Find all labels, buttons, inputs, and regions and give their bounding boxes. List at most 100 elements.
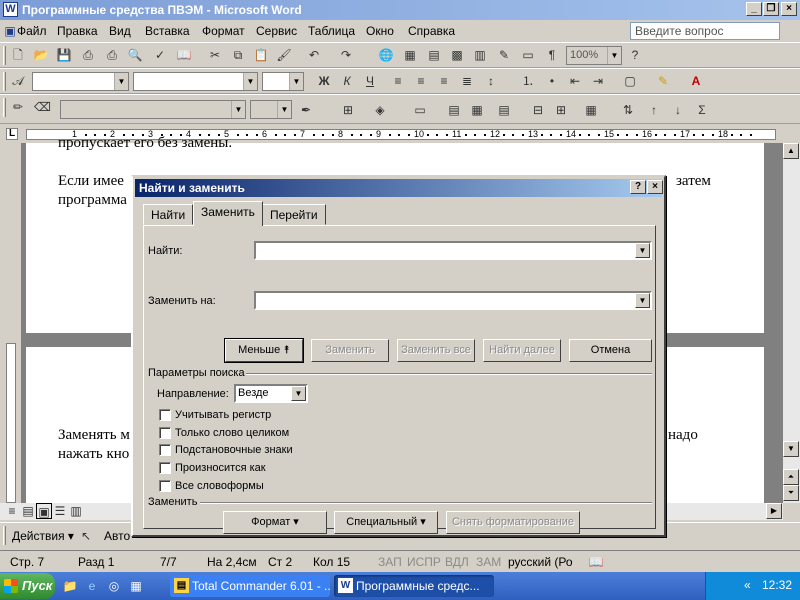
wildcards-checkbox[interactable] bbox=[159, 444, 171, 456]
autosum-icon[interactable]: Σ bbox=[694, 102, 710, 118]
quicklaunch-app-icon[interactable]: ◎ bbox=[106, 578, 122, 594]
quicklaunch-disk-icon[interactable]: ▦ bbox=[128, 578, 144, 594]
toolbar-grip[interactable] bbox=[3, 526, 6, 545]
justify-icon[interactable]: ≣ bbox=[459, 73, 475, 89]
align-center-icon[interactable]: ≡ bbox=[413, 73, 429, 89]
align-cell-icon[interactable]: ▤ bbox=[496, 102, 512, 118]
doc-map-icon[interactable]: ▭ bbox=[520, 47, 536, 63]
toolbar-grip[interactable] bbox=[3, 98, 6, 117]
paste-icon[interactable]: 📋 bbox=[253, 47, 269, 63]
menu-insert[interactable]: Вставка bbox=[145, 24, 190, 38]
chevron-down-icon[interactable]: ▼ bbox=[635, 243, 650, 258]
replace-all-button[interactable]: Заменить все bbox=[397, 339, 475, 362]
merge-cells-icon[interactable]: ▤ bbox=[446, 102, 462, 118]
bold-icon[interactable]: Ж bbox=[316, 73, 332, 89]
task-total-commander[interactable]: ▤ Total Commander 6.01 - ... bbox=[170, 575, 330, 597]
tab-selector[interactable]: L bbox=[6, 128, 18, 140]
normal-view-icon[interactable]: ≡ bbox=[4, 503, 20, 519]
preview-icon[interactable]: 🔍 bbox=[127, 47, 143, 63]
close-button[interactable]: × bbox=[781, 2, 797, 16]
special-button[interactable]: Специальный ▾ bbox=[334, 511, 438, 534]
copy-icon[interactable]: ⧉ bbox=[230, 47, 246, 63]
quicklaunch-ie-icon[interactable]: e bbox=[84, 578, 100, 594]
doc-icon[interactable]: ▣ bbox=[2, 23, 18, 39]
status-ovr[interactable]: ЗАМ bbox=[476, 555, 501, 569]
align-right-icon[interactable]: ≡ bbox=[436, 73, 452, 89]
sounds-like-checkbox[interactable] bbox=[159, 462, 171, 474]
vertical-ruler-bar[interactable] bbox=[6, 343, 16, 503]
replace-input[interactable]: ▼ bbox=[254, 291, 652, 310]
layout-view-icon[interactable]: ▣ bbox=[36, 503, 52, 519]
status-rec[interactable]: ЗАП bbox=[378, 555, 402, 569]
undo-icon[interactable]: ↶ bbox=[306, 47, 322, 63]
split-cells-icon[interactable]: ▦ bbox=[469, 102, 485, 118]
distribute-rows-icon[interactable]: ⊟ bbox=[530, 102, 546, 118]
decrease-indent-icon[interactable]: ⇤ bbox=[567, 73, 583, 89]
cut-icon[interactable]: ✂ bbox=[207, 47, 223, 63]
maximize-button[interactable]: ❐ bbox=[763, 2, 779, 16]
status-ext[interactable]: ВДЛ bbox=[445, 555, 469, 569]
next-page-icon[interactable]: ⏷ bbox=[783, 485, 799, 501]
increase-indent-icon[interactable]: ⇥ bbox=[590, 73, 606, 89]
redo-icon[interactable]: ↷ bbox=[338, 47, 354, 63]
reading-view-icon[interactable]: ▥ bbox=[68, 503, 84, 519]
chevron-down-icon[interactable]: ▼ bbox=[635, 293, 650, 308]
insert-table-icon[interactable]: ▤ bbox=[426, 47, 442, 63]
help-question-input[interactable]: Введите вопрос bbox=[630, 22, 780, 40]
insert-excel-icon[interactable]: ▩ bbox=[449, 47, 465, 63]
zoom-combo[interactable]: 100% ▼ bbox=[566, 46, 622, 65]
vertical-scrollbar[interactable]: ▲ ▼ ⏶ ⏷ bbox=[783, 143, 800, 503]
menu-view[interactable]: Вид bbox=[109, 24, 131, 38]
print-icon[interactable]: ⎙ bbox=[104, 47, 120, 63]
cancel-button[interactable]: Отмена bbox=[569, 339, 652, 362]
dialog-title-bar[interactable]: Найти и заменить ? × bbox=[135, 179, 663, 197]
spelling-status-icon[interactable]: 📖 bbox=[588, 554, 604, 570]
chevron-down-icon[interactable]: ▼ bbox=[607, 47, 621, 64]
minimize-button[interactable]: _ bbox=[746, 2, 762, 16]
find-input[interactable]: ▼ bbox=[254, 241, 652, 260]
change-direction-icon[interactable]: ⇅ bbox=[620, 102, 636, 118]
menu-table[interactable]: Таблица bbox=[308, 24, 355, 38]
sort-desc-icon[interactable]: ↓ bbox=[670, 102, 686, 118]
menu-file[interactable]: Файл bbox=[17, 24, 47, 38]
select-objects-icon[interactable]: ↖ bbox=[78, 528, 94, 544]
line-spacing-icon[interactable]: ↕ bbox=[483, 73, 499, 89]
style-combo[interactable]: ▼ bbox=[32, 72, 129, 91]
direction-select[interactable]: Везде ▼ bbox=[234, 384, 308, 403]
font-combo[interactable]: ▼ bbox=[133, 72, 258, 91]
start-button[interactable]: Пуск bbox=[0, 573, 55, 599]
chevron-down-icon[interactable]: ▼ bbox=[231, 101, 245, 118]
tray-arrow-icon[interactable]: « bbox=[744, 578, 751, 592]
quicklaunch-folder-icon[interactable]: 📁 bbox=[62, 578, 78, 594]
columns-icon[interactable]: ▥ bbox=[472, 47, 488, 63]
line-weight-combo[interactable]: ▼ bbox=[250, 100, 292, 119]
format-button[interactable]: Формат ▾ bbox=[223, 511, 327, 534]
web-view-icon[interactable]: ▤ bbox=[20, 503, 36, 519]
no-formatting-button[interactable]: Снять форматирование bbox=[446, 511, 580, 534]
highlight-icon[interactable]: ✎ bbox=[655, 73, 671, 89]
autoformat-icon[interactable]: ▦ bbox=[583, 102, 599, 118]
scroll-right-icon[interactable]: ▶ bbox=[766, 503, 782, 519]
tab-find[interactable]: Найти bbox=[143, 204, 194, 225]
less-button[interactable]: Меньше ⯭ bbox=[224, 338, 304, 363]
insert-table-icon[interactable]: ▭ bbox=[412, 102, 428, 118]
menu-window[interactable]: Окно bbox=[366, 24, 394, 38]
spelling-icon[interactable]: ✓ bbox=[152, 47, 168, 63]
open-icon[interactable]: 📂 bbox=[33, 47, 49, 63]
italic-icon[interactable]: К bbox=[339, 73, 355, 89]
assistant-icon[interactable]: ? bbox=[627, 47, 643, 63]
prev-page-icon[interactable]: ⏶ bbox=[783, 469, 799, 485]
save-icon[interactable]: 💾 bbox=[56, 47, 72, 63]
outline-view-icon[interactable]: ☰ bbox=[52, 503, 68, 519]
match-case-checkbox[interactable] bbox=[159, 409, 171, 421]
borders-icon[interactable]: ▢ bbox=[622, 73, 638, 89]
word-forms-checkbox[interactable] bbox=[159, 480, 171, 492]
show-marks-icon[interactable]: ¶ bbox=[544, 47, 560, 63]
whole-word-checkbox[interactable] bbox=[159, 427, 171, 439]
scroll-up-icon[interactable]: ▲ bbox=[783, 143, 799, 159]
scroll-down-icon[interactable]: ▼ bbox=[783, 441, 799, 457]
replace-button[interactable]: Заменить bbox=[311, 339, 389, 362]
permission-icon[interactable]: ⎙ bbox=[80, 47, 96, 63]
toolbar-grip[interactable] bbox=[3, 72, 6, 91]
chevron-down-icon[interactable]: ▼ bbox=[289, 73, 303, 90]
